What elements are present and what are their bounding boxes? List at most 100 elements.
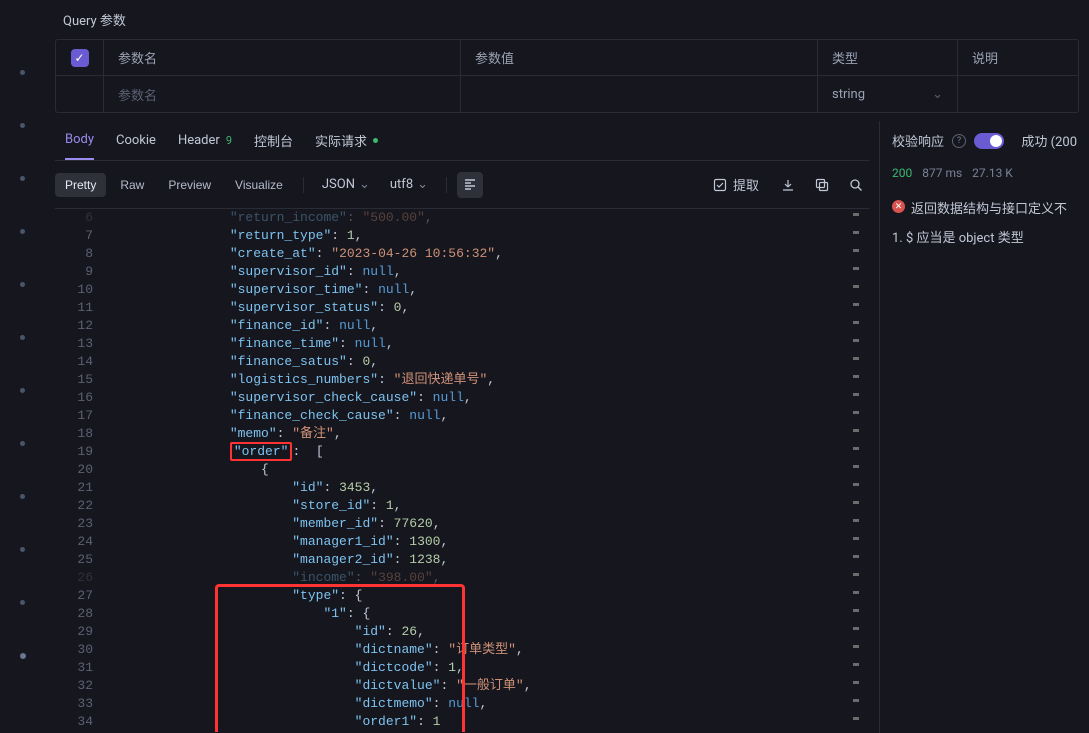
line-number: 6 <box>55 209 105 227</box>
desc-input[interactable] <box>958 76 1078 112</box>
rail-dot[interactable] <box>20 388 25 393</box>
response-time: 877 ms <box>922 166 962 180</box>
code-line: 26 "income": "398.00", <box>55 569 869 587</box>
line-content: "memo": "备注", <box>105 425 869 443</box>
line-number: 27 <box>55 587 105 605</box>
code-line: 22 "store_id": 1, <box>55 497 869 515</box>
validation-error: ✕ 返回数据结构与接口定义不 <box>892 198 1077 217</box>
code-line: 18 "memo": "备注", <box>55 425 869 443</box>
param-name-input[interactable]: 参数名 <box>104 76 461 112</box>
table-header-row: ✓ 参数名 参数值 类型 说明 <box>56 40 1078 76</box>
help-icon[interactable]: ? <box>952 134 966 148</box>
line-content: "supervisor_id": null, <box>105 263 869 281</box>
status-code: 200 <box>892 166 912 180</box>
visualize-button[interactable]: Visualize <box>225 173 293 197</box>
code-line: 7 "return_type": 1, <box>55 227 869 245</box>
line-content: "income": "398.00", <box>105 569 869 587</box>
rail-dot[interactable] <box>20 441 25 446</box>
download-icon[interactable] <box>775 172 801 198</box>
row-checkbox[interactable] <box>56 76 104 112</box>
code-line: 16 "supervisor_check_cause": null, <box>55 389 869 407</box>
rail-dot[interactable] <box>20 600 25 605</box>
line-content: "dictvalue": "一般订单", <box>105 677 869 695</box>
tab-header[interactable]: Header 9 <box>178 131 232 160</box>
minimap-tick <box>853 249 859 252</box>
tab-cookie[interactable]: Cookie <box>116 131 156 160</box>
line-content: "member_id": 77620, <box>105 515 869 533</box>
type-select[interactable]: string ⌄ <box>818 76 958 112</box>
extract-button[interactable]: 提取 <box>705 171 767 198</box>
encoding-select[interactable]: utf8 ⌄ <box>382 173 436 196</box>
tab-console[interactable]: 控制台 <box>254 131 293 160</box>
code-line: 21 "id": 3453, <box>55 479 869 497</box>
code-line: 9 "supervisor_id": null, <box>55 263 869 281</box>
line-number: 24 <box>55 533 105 551</box>
line-content: "store_id": 1, <box>105 497 869 515</box>
line-number: 29 <box>55 623 105 641</box>
search-icon[interactable] <box>843 172 869 198</box>
preview-button[interactable]: Preview <box>158 173 221 197</box>
line-number: 17 <box>55 407 105 425</box>
code-line: 12 "finance_id": null, <box>55 317 869 335</box>
rail-dot[interactable] <box>20 229 25 234</box>
validate-toggle[interactable] <box>974 133 1004 149</box>
body-toolbar: Pretty Raw Preview Visualize JSON ⌄ utf8… <box>55 161 869 208</box>
pretty-button[interactable]: Pretty <box>55 173 106 197</box>
code-scroll[interactable]: 6 "return_income": "500.00",7 "return_ty… <box>55 209 869 732</box>
minimap-tick <box>853 591 859 594</box>
error-icon: ✕ <box>892 200 905 213</box>
code-line: 32 "dictvalue": "一般订单", <box>55 677 869 695</box>
line-content: "order": [ <box>105 443 869 461</box>
minimap-tick <box>853 429 859 432</box>
raw-button[interactable]: Raw <box>110 173 154 197</box>
rail-dot[interactable] <box>20 70 25 75</box>
line-content: "1": { <box>105 605 869 623</box>
minimap-tick <box>853 519 859 522</box>
chevron-down-icon: ⌄ <box>417 177 428 192</box>
rail-dot[interactable] <box>20 335 25 340</box>
tab-body[interactable]: Body <box>65 131 94 160</box>
rail-dot[interactable] <box>20 494 25 499</box>
line-content: "return_income": "500.00", <box>105 209 869 227</box>
validate-response-label: 校验响应 <box>892 131 944 150</box>
line-content: "manager2_id": 1238, <box>105 551 869 569</box>
copy-icon[interactable] <box>809 172 835 198</box>
rail-dot[interactable] <box>20 547 25 552</box>
col-desc: 说明 <box>958 40 1078 75</box>
rail-dot[interactable] <box>20 176 25 181</box>
code-line: 27 "type": { <box>55 587 869 605</box>
minimap-tick <box>853 627 859 630</box>
minimap-tick <box>853 681 859 684</box>
select-all-checkbox[interactable]: ✓ <box>56 40 104 75</box>
validation-info: 1. $ 应当是 object 类型 <box>892 227 1077 246</box>
rail-dot[interactable] <box>20 123 25 128</box>
line-content: "dictmemo": null, <box>105 695 869 713</box>
chevron-down-icon: ⌄ <box>932 87 943 102</box>
rail-dot-active[interactable] <box>20 653 26 659</box>
line-content: { <box>105 461 869 479</box>
minimap-tick <box>853 267 859 270</box>
minimap-tick <box>853 663 859 666</box>
table-row: 参数名 string ⌄ <box>56 76 1078 112</box>
code-line: 24 "manager1_id": 1300, <box>55 533 869 551</box>
tab-actual-request[interactable]: 实际请求 <box>315 131 378 160</box>
dot-indicator-icon <box>373 138 378 143</box>
line-number: 7 <box>55 227 105 245</box>
line-content: "create_at": "2023-04-26 10:56:32", <box>105 245 869 263</box>
minimap-tick <box>853 555 859 558</box>
line-number: 28 <box>55 605 105 623</box>
code-line: 6 "return_income": "500.00", <box>55 209 869 227</box>
param-value-input[interactable] <box>461 76 818 112</box>
format-icon[interactable] <box>457 172 483 198</box>
line-number: 32 <box>55 677 105 695</box>
rail-dot[interactable] <box>20 282 25 287</box>
line-content: "type": { <box>105 587 869 605</box>
validation-pane: 校验响应 ? 成功 (200 200 877 ms 27.13 K ✕ 返回数据… <box>879 121 1089 733</box>
code-line: 29 "id": 26, <box>55 623 869 641</box>
code-line: 17 "finance_check_cause": null, <box>55 407 869 425</box>
line-number: 9 <box>55 263 105 281</box>
line-content: "supervisor_time": null, <box>105 281 869 299</box>
language-select[interactable]: JSON ⌄ <box>314 173 378 196</box>
line-content: "manager1_id": 1300, <box>105 533 869 551</box>
line-content: "finance_id": null, <box>105 317 869 335</box>
